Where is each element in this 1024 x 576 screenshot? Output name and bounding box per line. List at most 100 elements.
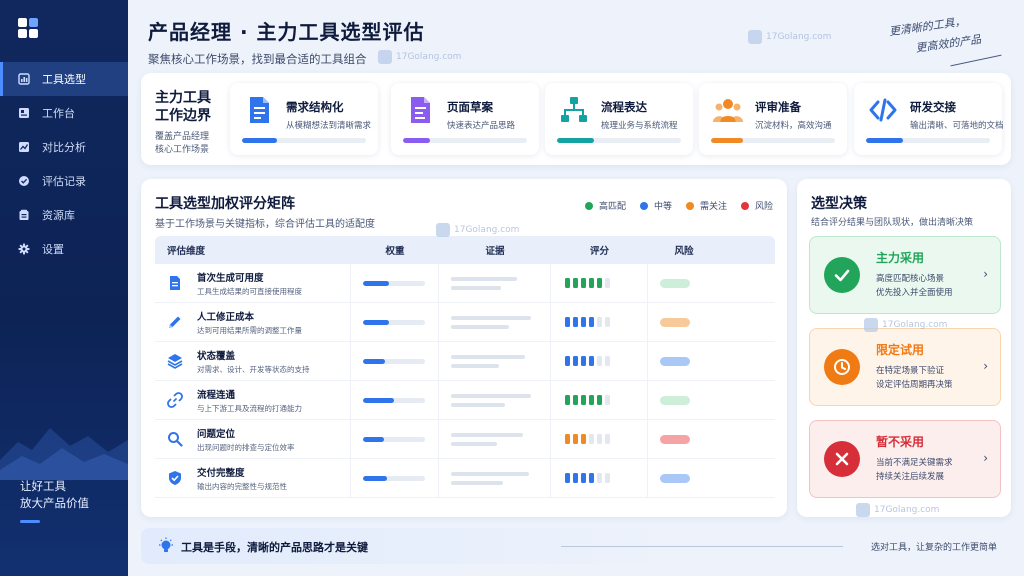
score-blocks (551, 381, 648, 419)
footer-banner: 工具是手段，清晰的产品思路才是关键 选对工具，让复杂的工作更简单 (141, 528, 1011, 564)
flowchart-icon (561, 97, 587, 122)
shield-check-icon (169, 471, 181, 485)
tool-card-review[interactable]: 评审准备 沉淀材料，高效沟通 (699, 83, 847, 155)
evidence-cell (439, 459, 551, 497)
gear-icon (18, 243, 30, 255)
tool-select-icon (18, 73, 30, 85)
tool-card-flow[interactable]: 流程表达 梳理业务与系统流程 (545, 83, 693, 155)
weight-bar (363, 397, 425, 403)
handwritten-underline (950, 54, 1002, 67)
score-block (573, 317, 578, 327)
weight-bar-fill (363, 475, 387, 481)
slogan-accent-bar (20, 520, 40, 523)
legend-dot-risk (740, 201, 749, 210)
tool-progress (557, 138, 681, 143)
column-header-evidence[interactable]: 证据 (439, 243, 551, 257)
mountain-decoration (0, 428, 128, 480)
weight-bar-fill (363, 436, 385, 442)
footer-message: 工具是手段，清晰的产品思路才是关键 (181, 541, 368, 554)
sidebar-item-label: 工作台 (42, 107, 75, 120)
lightbulb-icon (159, 537, 173, 552)
table-row[interactable]: 首次生成可用度 工具生成结果的可直接使用程度 (155, 264, 775, 303)
risk-cell (648, 264, 720, 302)
score-block (589, 434, 594, 444)
score-block (573, 356, 578, 366)
weight-bar-fill (363, 319, 390, 325)
column-header-dimension[interactable]: 评估维度 (155, 243, 351, 257)
score-block (605, 473, 610, 483)
decision-panel: 选型决策 结合评分结果与团队现状，做出清晰决策 主力采用 高度匹配核心场景 优先… (797, 179, 1011, 517)
sidebar-item-records[interactable]: 评估记录 (0, 164, 128, 198)
score-blocks (551, 342, 648, 380)
score-blocks (551, 420, 648, 458)
risk-cell (648, 420, 720, 458)
table-row[interactable]: 人工修正成本 达到可用结果所需的调整工作量 (155, 303, 775, 342)
decision-card-reject[interactable]: 暂不采用 当前不满足关键需求 持续关注后续发展 › (809, 420, 1001, 498)
weight-bar-fill (363, 397, 394, 403)
table-row[interactable]: 状态覆盖 对需求、设计、开发等状态的支持 (155, 342, 775, 381)
sidebar-item-label: 资源库 (42, 209, 75, 222)
tool-card-draft[interactable]: 页面草案 快速表达产品思路 (391, 83, 539, 155)
sidebar-item-compare[interactable]: 对比分析 (0, 130, 128, 164)
sidebar-item-tool-select[interactable]: 工具选型 (0, 62, 128, 96)
tools-intro: 主力工具 工作边界 覆盖产品经理 核心工作场景 (155, 90, 211, 155)
dec-icon-bg (824, 441, 860, 477)
weight-bar-fill (363, 280, 390, 286)
score-blocks (551, 264, 648, 302)
decision-card-trial[interactable]: 限定试用 在特定场景下验证 设定评估周期再决策 › (809, 328, 1001, 406)
workbench-icon (19, 108, 29, 118)
decision-card-title: 限定试用 (876, 343, 925, 357)
score-blocks (551, 303, 648, 341)
weight-bar (363, 436, 425, 442)
sidebar-item-label: 工具选型 (42, 73, 86, 86)
weight-bar (363, 358, 425, 364)
sidebar-item-label: 对比分析 (42, 141, 86, 154)
check-icon (834, 269, 850, 282)
search-icon (168, 432, 183, 447)
score-block (605, 356, 610, 366)
table-row[interactable]: 交付完整度 输出内容的完整性与规范性 (155, 459, 775, 498)
watermark: 17Golang.com (378, 50, 461, 64)
table-row[interactable]: 流程连通 与上下游工具及流程的打通能力 (155, 381, 775, 420)
risk-pill (660, 434, 690, 444)
risk-cell (648, 342, 720, 380)
app-logo[interactable] (18, 18, 38, 38)
score-block (589, 356, 594, 366)
score-block (605, 395, 610, 405)
decision-card-adopt[interactable]: 主力采用 高度匹配核心场景 优先投入并全面使用 › (809, 236, 1001, 314)
risk-pill (660, 356, 690, 366)
sidebar-item-label: 评估记录 (42, 175, 86, 188)
risk-cell (648, 459, 720, 497)
sidebar-item-library[interactable]: 资源库 (0, 198, 128, 232)
score-block (605, 278, 610, 288)
page-title: 产品经理 · 主力工具选型评估 (148, 20, 425, 44)
chevron-right-icon: › (983, 451, 988, 465)
column-header-weight[interactable]: 权重 (351, 243, 439, 257)
decision-card-title: 主力采用 (876, 251, 925, 265)
weight-bar (363, 319, 425, 325)
score-block (597, 473, 602, 483)
legend-item: 高匹配 (584, 199, 626, 212)
tool-progress (242, 138, 366, 143)
tool-card-requirements[interactable]: 需求结构化 从模糊想法到清晰需求 (230, 83, 378, 155)
team-icon (713, 99, 743, 122)
sidebar-item-label: 设置 (42, 243, 64, 256)
sidebar-item-settings[interactable]: 设置 (0, 232, 128, 266)
score-block (565, 395, 570, 405)
tool-card-handoff[interactable]: 研发交接 输出清晰、可落地的文档 (854, 83, 1004, 155)
score-block (573, 395, 578, 405)
document-icon (250, 97, 269, 123)
risk-cell (648, 381, 720, 419)
tool-progress (711, 138, 835, 143)
sidebar-item-workbench[interactable]: 工作台 (0, 96, 128, 130)
document-icon (170, 276, 180, 290)
column-header-risk[interactable]: 风险 (648, 243, 720, 257)
column-header-score[interactable]: 评分 (551, 243, 648, 257)
score-block (573, 434, 578, 444)
risk-cell (648, 303, 720, 341)
score-block (597, 356, 602, 366)
table-row[interactable]: 问题定位 出现问题时的排查与定位效率 (155, 420, 775, 459)
matrix-title: 工具选型加权评分矩阵 (155, 196, 295, 212)
tool-progress (866, 138, 990, 143)
score-block (605, 434, 610, 444)
